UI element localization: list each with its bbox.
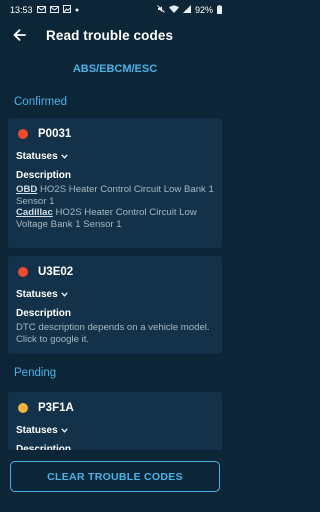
arrow-left-icon <box>13 29 26 41</box>
code-row: P0031 <box>16 126 214 142</box>
battery-percent: 92% <box>194 5 213 15</box>
trouble-code-card[interactable]: P0031 Statuses Description OBD HO2S Heat… <box>8 118 222 248</box>
page-title: Read trouble codes <box>46 27 174 43</box>
trouble-code: P0031 <box>38 128 72 140</box>
statuses-label: Statuses <box>16 424 58 436</box>
trouble-code: U3E02 <box>38 266 74 278</box>
statuses-label: Statuses <box>16 150 58 162</box>
dot-icon <box>75 6 79 14</box>
status-right: 92% <box>157 4 222 16</box>
code-row: U3E02 <box>16 264 214 280</box>
description-text[interactable]: DTC description depends on a vehicle mod… <box>16 322 214 345</box>
make-link[interactable]: OBD <box>16 184 37 195</box>
make-link[interactable]: Cadillac <box>16 207 53 218</box>
statuses-label: Statuses <box>16 288 58 300</box>
wifi-icon <box>168 5 179 15</box>
trouble-code: P3F1A <box>38 402 74 414</box>
gmail-icon <box>49 5 59 15</box>
trouble-code-card[interactable]: U3E02 Statuses Description DTC descripti… <box>8 256 222 354</box>
statuses-toggle[interactable]: Statuses <box>16 288 214 300</box>
section-confirmed: Confirmed <box>14 96 68 108</box>
battery-icon <box>217 4 222 16</box>
description-line: OBD HO2S Heater Control Circuit Low Bank… <box>16 184 214 207</box>
severity-dot-icon <box>18 129 28 139</box>
status-bar: 13:53 92% <box>0 0 230 20</box>
statuses-toggle[interactable]: Statuses <box>16 424 214 436</box>
signal-icon <box>182 5 191 15</box>
gmail-icon <box>36 5 46 15</box>
description-label: Description <box>16 308 72 319</box>
chevron-down-icon <box>61 426 68 435</box>
image-icon <box>62 5 71 15</box>
module-title: ABS/EBCM/ESC <box>72 63 158 75</box>
severity-dot-icon <box>18 403 28 413</box>
code-row: P3F1A <box>16 400 214 416</box>
app-bar: Read trouble codes <box>0 20 230 50</box>
section-pending: Pending <box>14 367 57 379</box>
status-left: 13:53 <box>10 5 79 15</box>
chevron-down-icon <box>61 290 68 299</box>
description-line: Cadillac HO2S Heater Control Circuit Low… <box>16 207 214 230</box>
description-text: OBD HO2S Heater Control Circuit Low Bank… <box>16 184 214 230</box>
back-button[interactable] <box>8 24 30 46</box>
status-time: 13:53 <box>10 5 33 15</box>
statuses-toggle[interactable]: Statuses <box>16 150 214 162</box>
description-label: Description <box>16 170 72 181</box>
severity-dot-icon <box>18 267 28 277</box>
chevron-down-icon <box>61 152 68 161</box>
description-value: HO2S Heater Control Circuit Low Bank 1 S… <box>16 184 214 207</box>
clear-trouble-codes-button[interactable]: CLEAR TROUBLE CODES <box>10 461 220 492</box>
mute-icon <box>157 5 165 15</box>
